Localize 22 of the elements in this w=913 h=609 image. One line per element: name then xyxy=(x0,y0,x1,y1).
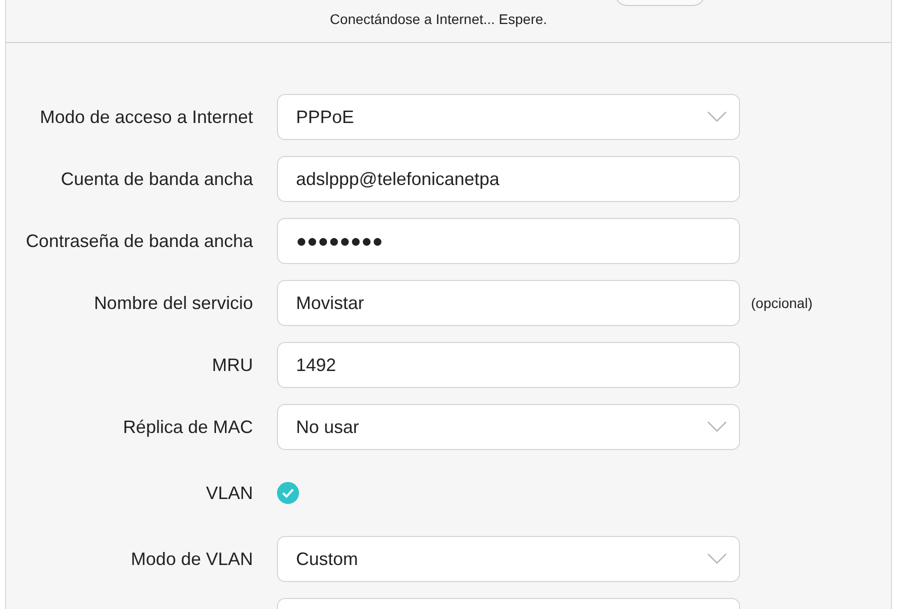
field-label: Modo de VLAN xyxy=(130,548,253,570)
optional-note: (opcional) xyxy=(751,295,812,311)
checkbox[interactable] xyxy=(277,482,299,504)
dropdown[interactable]: PPPoE xyxy=(277,94,740,140)
field-label: Cuenta de banda ancha xyxy=(60,168,253,190)
field-label: Modo de acceso a Internet xyxy=(38,106,253,128)
input-field[interactable]: 1492 xyxy=(277,342,740,388)
input-field[interactable]: ●●●●●●●● xyxy=(277,218,740,264)
input-field[interactable]: adslppp@telefonicanetpa xyxy=(277,156,740,202)
field-label: MRU xyxy=(211,354,253,376)
input-field[interactable]: Movistar xyxy=(277,280,740,326)
dropdown[interactable]: Custom xyxy=(277,536,740,582)
status-message: Conectándose a Internet... Espere. xyxy=(330,11,548,29)
chevron-icon xyxy=(707,111,727,123)
dropdown[interactable]: No usar xyxy=(277,404,740,450)
chevron-icon xyxy=(707,421,727,433)
field-label: Nombre del servicio xyxy=(92,292,253,314)
chevron-icon xyxy=(707,553,727,565)
field-label: VLAN xyxy=(204,482,253,504)
field-label: Réplica de MAC xyxy=(122,416,253,438)
checkmark-icon xyxy=(282,488,294,498)
field-label: Contraseña de banda ancha xyxy=(24,230,253,252)
